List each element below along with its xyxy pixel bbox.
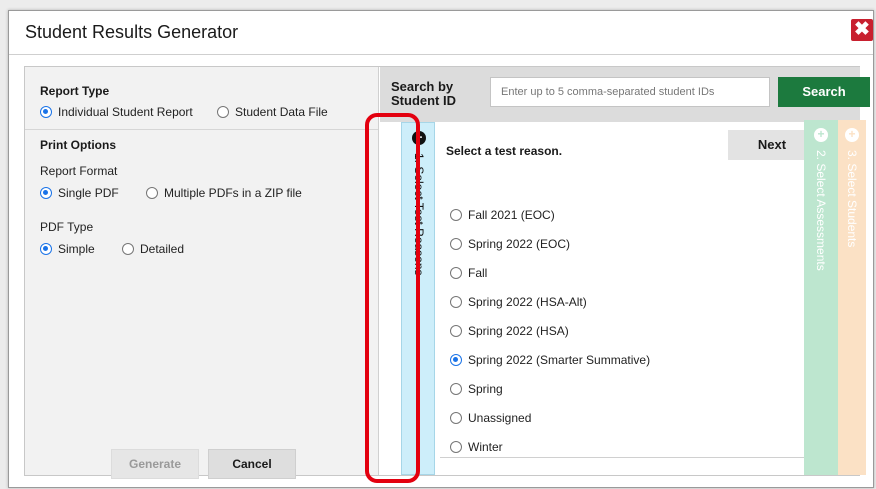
reason-label: Fall [468, 265, 488, 280]
dialog-body: Report Type Individual Student Report St… [24, 66, 870, 479]
step-label: 1. Select Test Reasons [412, 153, 426, 276]
plus-circle-icon: + [845, 128, 859, 142]
radio-selected-icon [450, 353, 462, 366]
reason-option-fall-2021-eoc[interactable]: Fall 2021 (EOC) [450, 200, 820, 229]
search-label: Search by Student ID [391, 80, 481, 108]
radio-unselected-icon [146, 187, 158, 199]
radio-label: Multiple PDFs in a ZIP file [164, 186, 302, 200]
print-options-title: Print Options [40, 138, 116, 152]
radio-label: Individual Student Report [58, 105, 193, 119]
reason-option-fall[interactable]: Fall [450, 258, 820, 287]
radio-unselected-icon [217, 106, 229, 118]
student-results-dialog: Student Results Generator ✖ Report Type … [8, 10, 874, 488]
radio-selected-icon [40, 106, 52, 118]
reason-option-spring-2022-hsa-alt[interactable]: Spring 2022 (HSA-Alt) [450, 287, 820, 316]
search-label-line1: Search by [391, 79, 454, 94]
radio-multiple-pdfs-zip[interactable]: Multiple PDFs in a ZIP file [146, 186, 302, 200]
radio-label: Single PDF [58, 186, 119, 200]
title-divider [9, 54, 873, 55]
radio-unselected-icon [450, 440, 462, 453]
radio-detailed[interactable]: Detailed [122, 242, 184, 256]
prompt-text: Select a test reason. [446, 144, 563, 158]
options-panel: Report Type Individual Student Report St… [25, 67, 379, 479]
reason-label: Spring 2022 (HSA-Alt) [468, 294, 587, 309]
radio-individual-student-report[interactable]: Individual Student Report [40, 105, 193, 119]
radio-unselected-icon [450, 382, 462, 395]
selection-panel: Search by Student ID Enter up to 5 comma… [380, 67, 870, 475]
reason-label: Unassigned [468, 410, 532, 425]
reason-option-spring-2022-smarter-summative[interactable]: Spring 2022 (Smarter Summative) [450, 345, 820, 374]
section-divider [25, 129, 378, 130]
reason-label: Winter [468, 439, 503, 454]
report-format-label: Report Format [40, 164, 118, 178]
reason-label: Fall 2021 (EOC) [468, 207, 555, 222]
reason-option-spring-2022-hsa[interactable]: Spring 2022 (HSA) [450, 316, 820, 345]
radio-selected-icon [40, 243, 52, 255]
wizard: − 1. Select Test Reasons Select a test r… [380, 122, 860, 475]
reason-label: Spring 2022 (Smarter Summative) [468, 352, 651, 367]
radio-unselected-icon [450, 295, 462, 308]
step-select-assessments[interactable]: + 2. Select Assessments [804, 120, 838, 475]
radio-unselected-icon [450, 208, 462, 221]
step-select-test-reasons[interactable]: − 1. Select Test Reasons [401, 122, 435, 475]
pdf-type-label: PDF Type [40, 220, 94, 234]
radio-student-data-file[interactable]: Student Data File [217, 105, 328, 119]
reason-option-spring[interactable]: Spring [450, 374, 820, 403]
dialog-title: Student Results Generator [25, 22, 239, 42]
radio-label: Student Data File [235, 105, 328, 119]
test-reason-list: Fall 2021 (EOC) Spring 2022 (EOC) Fall S… [450, 200, 820, 461]
test-reason-content: Select a test reason. Next Fall 2021 (EO… [440, 122, 830, 475]
radio-unselected-icon [450, 237, 462, 250]
generate-button[interactable]: Generate [111, 449, 199, 479]
radio-unselected-icon [450, 324, 462, 337]
radio-label: Simple [58, 242, 95, 256]
radio-selected-icon [40, 187, 52, 199]
search-bar: Search by Student ID Enter up to 5 comma… [380, 67, 870, 122]
radio-unselected-icon [450, 411, 462, 424]
close-icon[interactable]: ✖ [851, 19, 873, 41]
cancel-button[interactable]: Cancel [208, 449, 296, 479]
reason-label: Spring 2022 (HSA) [468, 323, 569, 338]
reason-label: Spring 2022 (EOC) [468, 236, 571, 251]
reason-option-spring-2022-eoc[interactable]: Spring 2022 (EOC) [450, 229, 820, 258]
minus-circle-icon: − [412, 131, 426, 145]
search-label-line2: Student ID [391, 93, 456, 108]
reason-option-unassigned[interactable]: Unassigned [450, 403, 820, 432]
search-button[interactable]: Search [778, 77, 870, 107]
student-id-search-input[interactable]: Enter up to 5 comma-separated student ID… [490, 77, 770, 107]
next-button[interactable]: Next [728, 130, 816, 160]
radio-unselected-icon [450, 266, 462, 279]
radio-label: Detailed [140, 242, 185, 256]
list-bottom-divider [440, 457, 812, 458]
step-label: 3. Select Students [845, 150, 859, 248]
report-type-title: Report Type [40, 84, 110, 98]
radio-unselected-icon [122, 243, 134, 255]
radio-simple[interactable]: Simple [40, 242, 95, 256]
reason-label: Spring [468, 381, 503, 396]
radio-single-pdf[interactable]: Single PDF [40, 186, 119, 200]
step-label: 2. Select Assessments [814, 150, 828, 271]
plus-circle-icon: + [814, 128, 828, 142]
step-select-students[interactable]: + 3. Select Students [838, 120, 866, 475]
